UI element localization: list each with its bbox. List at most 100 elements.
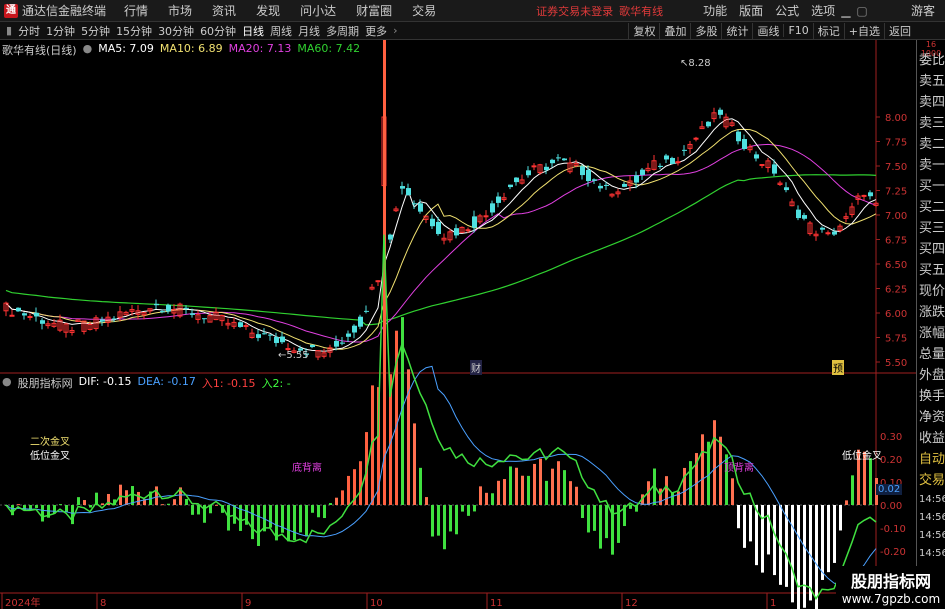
panel-item[interactable]: 14:56 — [917, 527, 945, 545]
panel-item[interactable]: 14:56 — [917, 545, 945, 563]
macd-bar — [545, 480, 548, 505]
period-15min[interactable]: 15分钟 — [116, 23, 152, 39]
macd-bar — [473, 505, 476, 512]
y-tick-label: 7.25 — [885, 187, 907, 198]
tool-f10[interactable]: F10 — [783, 24, 812, 37]
candle-body — [825, 232, 831, 235]
panel-item[interactable]: 委比 — [917, 50, 945, 71]
macd-bar — [869, 458, 872, 505]
indicator-current-value: 0.02 — [876, 484, 903, 495]
menu-formula[interactable]: 公式 — [775, 2, 799, 19]
annotation-low-golden-cross-2: 低位金叉 — [842, 451, 882, 462]
annotation-low-golden-cross: 低位金叉 — [30, 451, 70, 462]
panel-item[interactable]: 买五 — [917, 260, 945, 281]
panel-item[interactable]: 自动 — [917, 449, 945, 470]
tool-add-watchlist[interactable]: +自选 — [843, 22, 884, 39]
macd-bar — [167, 503, 170, 505]
candle-body — [436, 221, 441, 235]
panel-item[interactable]: 总量 — [917, 344, 945, 365]
panel-item[interactable]: 买四 — [917, 239, 945, 260]
candle-body — [358, 316, 363, 327]
panel-item[interactable]: 外盘 — [917, 365, 945, 386]
period-30min[interactable]: 30分钟 — [158, 23, 194, 39]
panel-item[interactable]: 卖五 — [917, 71, 945, 92]
period-5min[interactable]: 5分钟 — [81, 23, 110, 39]
candle-body — [820, 227, 825, 230]
candle-body — [400, 186, 405, 189]
menu-market[interactable]: 市场 — [168, 2, 192, 19]
panel-item[interactable]: 涨跌 — [917, 302, 945, 323]
panel-item[interactable]: 换手 — [917, 386, 945, 407]
macd-bar — [269, 505, 272, 528]
menu-trade[interactable]: 交易 — [412, 2, 436, 19]
period-weekly[interactable]: 周线 — [270, 23, 292, 39]
tool-draw[interactable]: 画线 — [752, 22, 783, 39]
kline-chart[interactable]: 8.00 7.75 7.50 7.25 7.00 6.75 6.50 6.25 6.00 5.75… — [0, 40, 916, 609]
candle-body — [280, 336, 285, 343]
panel-item[interactable]: 收益 — [917, 428, 945, 449]
macd-bar — [71, 505, 74, 525]
period-tick[interactable]: 分时 — [18, 23, 40, 39]
tool-back[interactable]: 返回 — [884, 22, 915, 39]
event-forecast-badge[interactable]: 预 — [832, 360, 844, 375]
menu-discover[interactable]: 发现 — [256, 2, 280, 19]
macd-bar — [683, 467, 686, 505]
panel-item[interactable]: 买三 — [917, 218, 945, 239]
macd-bar — [755, 505, 758, 566]
macd-bar — [713, 420, 716, 505]
macd-bar — [617, 505, 620, 543]
menu-wealth[interactable]: 财富圈 — [356, 2, 392, 19]
period-1min[interactable]: 1分钟 — [46, 23, 75, 39]
minimize-icon[interactable]: ▁ — [841, 4, 850, 18]
candle-body — [718, 109, 723, 115]
candle-body — [100, 319, 105, 322]
period-monthly[interactable]: 月线 — [298, 23, 320, 39]
panel-item[interactable]: 卖四 — [917, 92, 945, 113]
period-60min[interactable]: 60分钟 — [200, 23, 236, 39]
menu-news[interactable]: 资讯 — [212, 2, 236, 19]
macd-bar — [737, 505, 740, 529]
event-finance-badge[interactable]: 财 — [470, 360, 482, 375]
candle-body — [622, 183, 627, 187]
login-status[interactable]: 证券交易未登录 — [536, 3, 613, 19]
panel-item[interactable]: 买一 — [917, 176, 945, 197]
tool-adjust[interactable]: 复权 — [628, 22, 659, 39]
period-toggle-icon[interactable]: ▮ — [6, 24, 12, 37]
panel-item[interactable]: 净资 — [917, 407, 945, 428]
guest-user[interactable]: 游客 — [911, 2, 935, 19]
panel-item[interactable]: 交易 — [917, 470, 945, 491]
panel-item[interactable]: 卖一 — [917, 155, 945, 176]
panel-item[interactable]: 现价 — [917, 281, 945, 302]
panel-item[interactable]: 卖三 — [917, 113, 945, 134]
macd-bar — [101, 503, 104, 505]
more-chevron-icon[interactable]: › — [393, 24, 397, 37]
menu-options[interactable]: 选项 — [811, 2, 835, 19]
period-toolbar: ▮ 分时 1分钟 5分钟 15分钟 30分钟 60分钟 日线 周线 月线 多周期… — [0, 22, 945, 40]
candle-body — [496, 196, 501, 203]
annotation-second-golden-cross: 二次金叉 — [30, 437, 70, 448]
tool-overlay[interactable]: 叠加 — [659, 22, 690, 39]
panel-item[interactable]: 卖二 — [917, 134, 945, 155]
macd-bar — [173, 499, 176, 505]
panel-item[interactable]: 买二 — [917, 197, 945, 218]
watermark: 股朋指标网 www.7gpzb.com — [836, 566, 945, 609]
candle-body — [586, 169, 591, 182]
candle-body — [364, 310, 369, 312]
panel-item[interactable]: 14:56 — [917, 509, 945, 527]
period-multi[interactable]: 多周期 — [326, 23, 359, 39]
candle-body — [40, 320, 45, 324]
period-more[interactable]: 更多 — [365, 23, 387, 39]
tool-stats[interactable]: 统计 — [721, 22, 752, 39]
tool-multistock[interactable]: 多股 — [690, 22, 721, 39]
tool-mark[interactable]: 标记 — [812, 22, 844, 39]
candle-body — [274, 336, 279, 343]
menu-layout[interactable]: 版面 — [739, 2, 763, 19]
menu-ask[interactable]: 问小达 — [300, 2, 336, 19]
menu-quotes[interactable]: 行情 — [124, 2, 148, 19]
panel-item[interactable]: 14:56 — [917, 491, 945, 509]
maximize-icon[interactable]: ▢ — [856, 4, 867, 18]
menu-function[interactable]: 功能 — [703, 2, 727, 19]
period-daily[interactable]: 日线 — [242, 23, 264, 39]
stock-name: 歌华有线 — [619, 4, 664, 18]
panel-item[interactable]: 涨幅 — [917, 323, 945, 344]
